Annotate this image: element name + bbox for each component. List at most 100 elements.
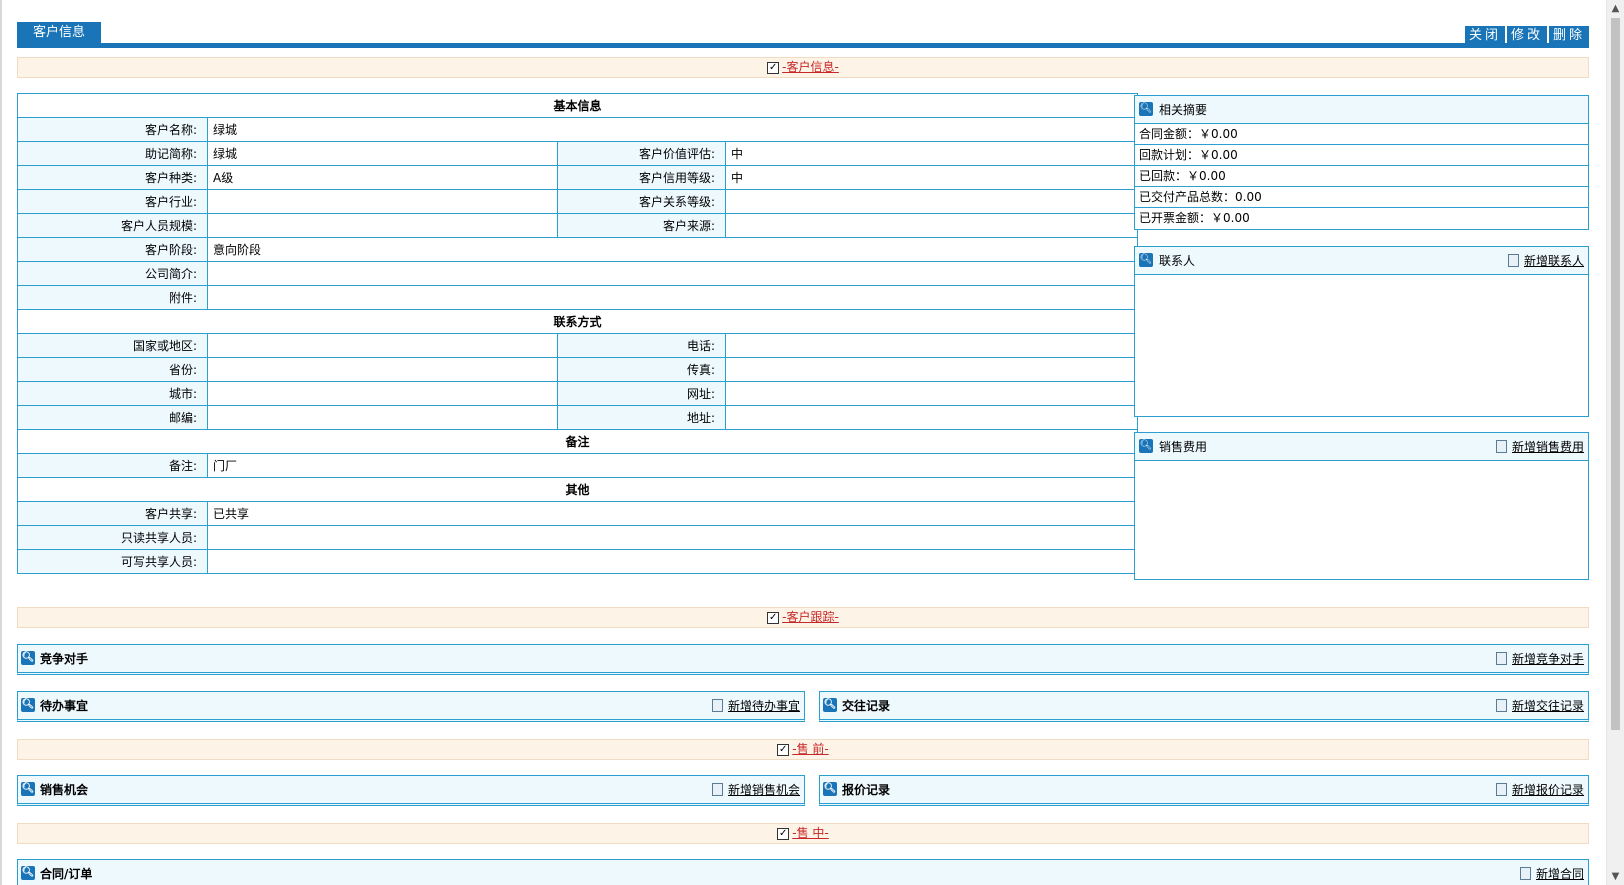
field-label: 国家或地区: bbox=[17, 333, 208, 358]
search-icon[interactable]: 🔍︎ bbox=[823, 782, 837, 796]
section-title[interactable]: -售 中- bbox=[792, 826, 828, 840]
add-contract-link[interactable]: 新增合同 bbox=[1519, 860, 1584, 885]
section-title[interactable]: -客户信息- bbox=[782, 60, 839, 74]
add-contact-log-link[interactable]: 新增交往记录 bbox=[1495, 692, 1584, 720]
search-icon[interactable]: 🔍︎ bbox=[21, 782, 35, 796]
competitor-module: 🔍︎ 竞争对手 新增竞争对手 bbox=[17, 644, 1589, 675]
section-checkbox[interactable]: ✓ bbox=[767, 61, 780, 74]
opportunity-module: 🔍︎ 销售机会 新增销售机会 bbox=[17, 775, 805, 806]
field-label: 客户人员规模: bbox=[17, 213, 208, 238]
header-divider bbox=[17, 43, 1589, 48]
country-value bbox=[207, 333, 558, 358]
remark-value: 门厂 bbox=[207, 453, 1138, 478]
document-icon bbox=[1519, 867, 1531, 880]
delete-button[interactable]: 删除 bbox=[1548, 26, 1589, 45]
opportunity-title: 销售机会 bbox=[40, 783, 89, 797]
writable-share-value bbox=[207, 549, 1138, 574]
scrollbar-thumb[interactable] bbox=[1611, 18, 1620, 730]
value-eval-value: 中 bbox=[725, 141, 1138, 166]
field-label: 网址: bbox=[557, 381, 726, 406]
province-value bbox=[207, 357, 558, 382]
field-label: 客户名称: bbox=[17, 117, 208, 142]
remark-header: 备注 bbox=[17, 429, 1138, 454]
field-label: 备注: bbox=[17, 453, 208, 478]
summary-payment-plan: 回款计划：￥0.00 bbox=[1135, 145, 1588, 166]
add-opportunity-link[interactable]: 新增销售机会 bbox=[711, 776, 800, 804]
field-label: 附件: bbox=[17, 285, 208, 310]
sales-cost-header: 🔍︎ 销售费用 新增销售费用 bbox=[1135, 433, 1588, 461]
section-title[interactable]: -售 前- bbox=[792, 742, 828, 756]
attachment-value bbox=[207, 285, 1138, 310]
tab-customer-info[interactable]: 客户信息 bbox=[17, 22, 102, 43]
section-customer-info[interactable]: ✓ -客户信息- bbox=[17, 57, 1589, 78]
vertical-scrollbar[interactable]: ▲ ▼ bbox=[1606, 0, 1624, 885]
field-label: 客户来源: bbox=[557, 213, 726, 238]
summary-panel: 🔍︎ 相关摘要 合同金额：￥0.00 回款计划：￥0.00 已回款：￥0.00 … bbox=[1134, 95, 1589, 230]
search-icon[interactable]: 🔍︎ bbox=[21, 651, 35, 665]
section-presale[interactable]: ✓ -售 前- bbox=[17, 739, 1589, 760]
field-label: 客户信用等级: bbox=[557, 165, 726, 190]
section-title[interactable]: -客户跟踪- bbox=[782, 610, 839, 624]
document-icon bbox=[1495, 783, 1507, 796]
scroll-down-icon[interactable]: ▼ bbox=[1607, 868, 1624, 885]
address-value bbox=[725, 405, 1138, 430]
add-contact-link[interactable]: 新增联系人 bbox=[1507, 247, 1584, 275]
fax-value bbox=[725, 357, 1138, 382]
sales-cost-title: 销售费用 bbox=[1159, 440, 1208, 454]
other-header: 其他 bbox=[17, 477, 1138, 502]
add-quote-link[interactable]: 新增报价记录 bbox=[1495, 776, 1584, 804]
field-label: 公司简介: bbox=[17, 261, 208, 286]
field-label: 省份: bbox=[17, 357, 208, 382]
search-icon[interactable]: 🔍︎ bbox=[823, 698, 837, 712]
stage-value: 意向阶段 bbox=[207, 237, 1138, 262]
todo-module: 🔍︎ 待办事宜 新增待办事宜 bbox=[17, 691, 805, 722]
relation-value bbox=[725, 189, 1138, 214]
field-label: 可写共享人员: bbox=[17, 549, 208, 574]
field-label: 地址: bbox=[557, 405, 726, 430]
section-checkbox[interactable]: ✓ bbox=[777, 827, 790, 840]
summary-delivered-products: 已交付产品总数：0.00 bbox=[1135, 187, 1588, 208]
edit-button[interactable]: 修改 bbox=[1506, 26, 1547, 45]
add-todo-link[interactable]: 新增待办事宜 bbox=[711, 692, 800, 720]
field-label: 客户种类: bbox=[17, 165, 208, 190]
field-label: 客户共享: bbox=[17, 501, 208, 526]
search-icon: 🔍︎ bbox=[1139, 102, 1153, 116]
field-label: 客户关系等级: bbox=[557, 189, 726, 214]
industry-value bbox=[207, 189, 558, 214]
document-icon bbox=[1495, 699, 1507, 712]
section-customer-track[interactable]: ✓ -客户跟踪- bbox=[17, 607, 1589, 628]
summary-invoiced: 已开票金额：￥0.00 bbox=[1139, 211, 1250, 225]
search-icon[interactable]: 🔍︎ bbox=[21, 866, 35, 880]
search-icon[interactable]: 🔍︎ bbox=[1139, 253, 1153, 267]
action-toolbar: 关闭 修改 删除 bbox=[1464, 26, 1589, 45]
field-label: 只读共享人员: bbox=[17, 525, 208, 550]
add-competitor-link[interactable]: 新增竞争对手 bbox=[1495, 645, 1584, 673]
summary-received: 已回款：￥0.00 bbox=[1135, 166, 1588, 187]
size-value bbox=[207, 213, 558, 238]
contact-method-header: 联系方式 bbox=[17, 309, 1138, 334]
contact-log-module: 🔍︎ 交往记录 新增交往记录 bbox=[819, 691, 1589, 722]
section-insale[interactable]: ✓ -售 中- bbox=[17, 823, 1589, 844]
readonly-share-value bbox=[207, 525, 1138, 550]
field-label: 传真: bbox=[557, 357, 726, 382]
field-label: 客户价值评估: bbox=[557, 141, 726, 166]
contacts-title: 联系人 bbox=[1159, 254, 1196, 268]
share-value: 已共享 bbox=[207, 501, 1138, 526]
section-checkbox[interactable]: ✓ bbox=[767, 611, 780, 624]
contract-title: 合同/订单 bbox=[40, 867, 93, 881]
close-button[interactable]: 关闭 bbox=[1464, 26, 1505, 45]
window-left-border bbox=[0, 0, 2, 885]
section-checkbox[interactable]: ✓ bbox=[777, 743, 790, 756]
intro-value bbox=[207, 261, 1138, 286]
sales-cost-panel: 🔍︎ 销售费用 新增销售费用 bbox=[1134, 432, 1589, 580]
document-icon bbox=[1495, 652, 1507, 665]
summary-contract-amount: 合同金额：￥0.00 bbox=[1135, 124, 1588, 145]
source-value bbox=[725, 213, 1138, 238]
document-icon bbox=[711, 783, 723, 796]
search-icon[interactable]: 🔍︎ bbox=[21, 698, 35, 712]
scroll-up-icon[interactable]: ▲ bbox=[1607, 0, 1624, 17]
abbr-value: 绿城 bbox=[207, 141, 558, 166]
search-icon[interactable]: 🔍︎ bbox=[1139, 439, 1153, 453]
quote-module: 🔍︎ 报价记录 新增报价记录 bbox=[819, 775, 1589, 806]
add-sales-cost-link[interactable]: 新增销售费用 bbox=[1495, 433, 1584, 461]
